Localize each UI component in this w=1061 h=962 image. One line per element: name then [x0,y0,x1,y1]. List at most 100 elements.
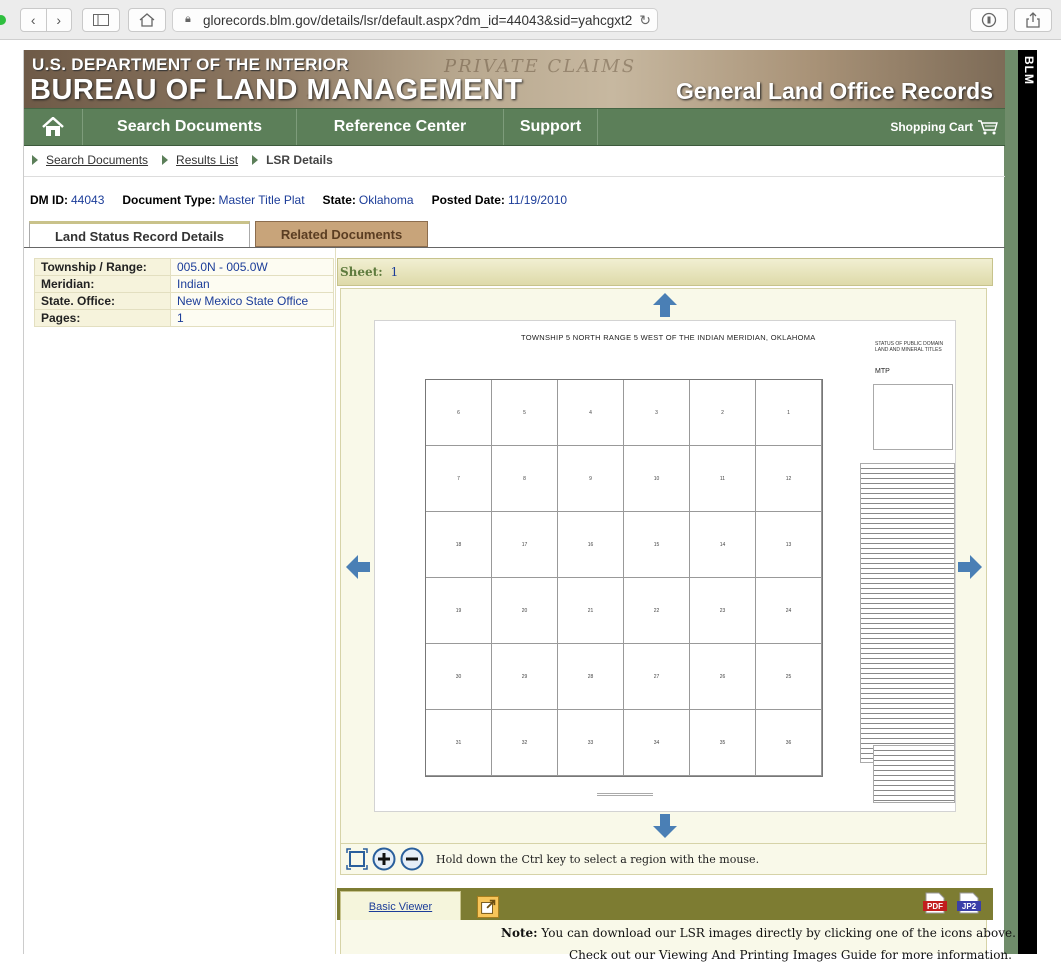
section-cell: 25 [756,644,822,710]
section-cell: 11 [690,446,756,512]
scale-bar [597,793,653,796]
table-row: Meridian: Indian [34,275,334,293]
section-number: 3 [655,410,658,416]
dm-id-label: DM ID: [30,193,68,207]
forward-arrow-icon[interactable]: › [47,12,72,28]
section-number: 29 [521,674,528,680]
section-number: 22 [653,608,660,614]
zoom-in-icon[interactable] [372,847,396,871]
share-button[interactable] [1014,8,1052,32]
department-title: U.S. DEPARTMENT OF THE INTERIOR [32,55,349,74]
page-side-strip [1004,50,1018,954]
section-cell: 2 [690,380,756,446]
home-icon [42,117,64,136]
section-number: 23 [719,608,726,614]
pages-label: Pages: [34,309,171,327]
viewer-hint: Hold down the Ctrl key to select a regio… [436,852,760,866]
pdf-label: PDF [927,902,943,911]
jp2-label: JP2 [962,902,977,911]
state-office-label: State. Office: [34,292,171,310]
section-number: 21 [587,608,594,614]
address-bar[interactable]: 🔒︎ glorecords.blm.gov/details/lsr/defaul… [172,8,658,32]
dm-id-value: 44043 [71,193,105,207]
section-cell: 35 [690,710,756,776]
section-cell: 5 [492,380,558,446]
section-cell: 13 [756,512,822,578]
section-cell: 1 [756,380,822,446]
window-zoom-button[interactable] [0,15,6,25]
nav-home[interactable] [24,109,83,145]
section-number: 15 [653,542,660,548]
pdf-download-icon[interactable]: PDF [923,892,947,914]
home-button[interactable] [128,8,166,32]
section-number: 33 [587,740,594,746]
doc-type-value: Master Title Plat [218,193,305,207]
back-forward-buttons[interactable]: ‹ › [20,8,72,32]
section-number: 11 [719,476,726,482]
password-icon [981,12,997,28]
section-number: 16 [587,542,594,548]
section-number: 13 [785,542,792,548]
main-nav: Search Documents Reference Center Suppor… [24,108,1005,146]
pan-right-arrow-icon[interactable] [957,554,983,580]
select-region-icon[interactable] [346,848,368,870]
pan-down-arrow-icon[interactable] [652,813,678,839]
posted-date-value: 11/19/2010 [507,193,568,207]
extension-button[interactable] [970,8,1008,32]
popout-icon[interactable] [477,896,499,918]
note-text: You can download our LSR images directly… [541,926,1016,940]
section-cell: 36 [756,710,822,776]
plat-title: TOWNSHIP 5 NORTH RANGE 5 WEST OF THE IND… [521,333,816,342]
section-number: 6 [457,410,460,416]
guide-note: Check out our Viewing And Printing Image… [569,948,1012,962]
table-row: Township / Range: 005.0N - 005.0W [34,258,334,276]
breadcrumb-results-list[interactable]: Results List [176,153,238,167]
section-number: 2 [721,410,724,416]
section-number: 19 [455,608,462,614]
section-cell: 27 [624,644,690,710]
details-table: Township / Range: 005.0N - 005.0W Meridia… [34,258,334,327]
section-cell: 7 [426,446,492,512]
section-cell: 17 [492,512,558,578]
basic-viewer-tab[interactable]: Basic Viewer [340,891,461,921]
section-cell: 31 [426,710,492,776]
back-arrow-icon[interactable]: ‹ [21,12,46,28]
state-office-value: New Mexico State Office [170,292,334,310]
sidebar-icon [93,14,109,26]
tab-land-status-record-details[interactable]: Land Status Record Details [29,221,250,248]
jp2-download-icon[interactable]: JP2 [957,892,981,914]
section-cell: 12 [756,446,822,512]
pan-left-arrow-icon[interactable] [345,554,371,580]
section-number: 25 [785,674,792,680]
nav-search-documents[interactable]: Search Documents [83,109,297,145]
nav-support[interactable]: Support [504,109,598,145]
download-note: Note: You can download our LSR images di… [501,926,1016,940]
details-panel [24,248,336,954]
bureau-title[interactable]: BUREAU OF LAND MANAGEMENT [30,74,523,107]
site-title[interactable]: General Land Office Records [676,78,993,105]
shopping-cart-link[interactable]: Shopping Cart [890,109,1005,145]
section-number: 18 [455,542,462,548]
doc-type-label: Document Type: [122,193,216,207]
tab-related-documents[interactable]: Related Documents [255,221,428,247]
plat-status: STATUS OF PUBLIC DOMAIN LAND AND MINERAL… [875,341,944,353]
state-value: Oklahoma [358,193,414,207]
basic-viewer-link[interactable]: Basic Viewer [369,901,432,913]
page-content: PRIVATE CLAIMS ~ ~ ~ U.S. DEPARTMENT OF … [23,50,1016,962]
sheet-number-link[interactable]: 1 [391,265,399,279]
section-cell: 26 [690,644,756,710]
reload-icon[interactable]: ↻ [635,12,651,29]
sidebar-toggle-button[interactable] [82,8,120,32]
plat-image[interactable]: TOWNSHIP 5 NORTH RANGE 5 WEST OF THE IND… [374,320,956,812]
nav-reference-center[interactable]: Reference Center [297,109,504,145]
browser-toolbar: ‹ › 🔒︎ glorecords.blm.gov/details/lsr/de… [0,0,1061,40]
section-cell: 24 [756,578,822,644]
section-number: 31 [455,740,462,746]
section-number: 36 [785,740,792,746]
zoom-out-icon[interactable] [400,847,424,871]
pan-up-arrow-icon[interactable] [652,292,678,318]
township-range-value: 005.0N - 005.0W [170,258,334,276]
breadcrumb-search-documents[interactable]: Search Documents [46,153,148,167]
section-number: 24 [785,608,792,614]
notes-box [860,463,955,763]
